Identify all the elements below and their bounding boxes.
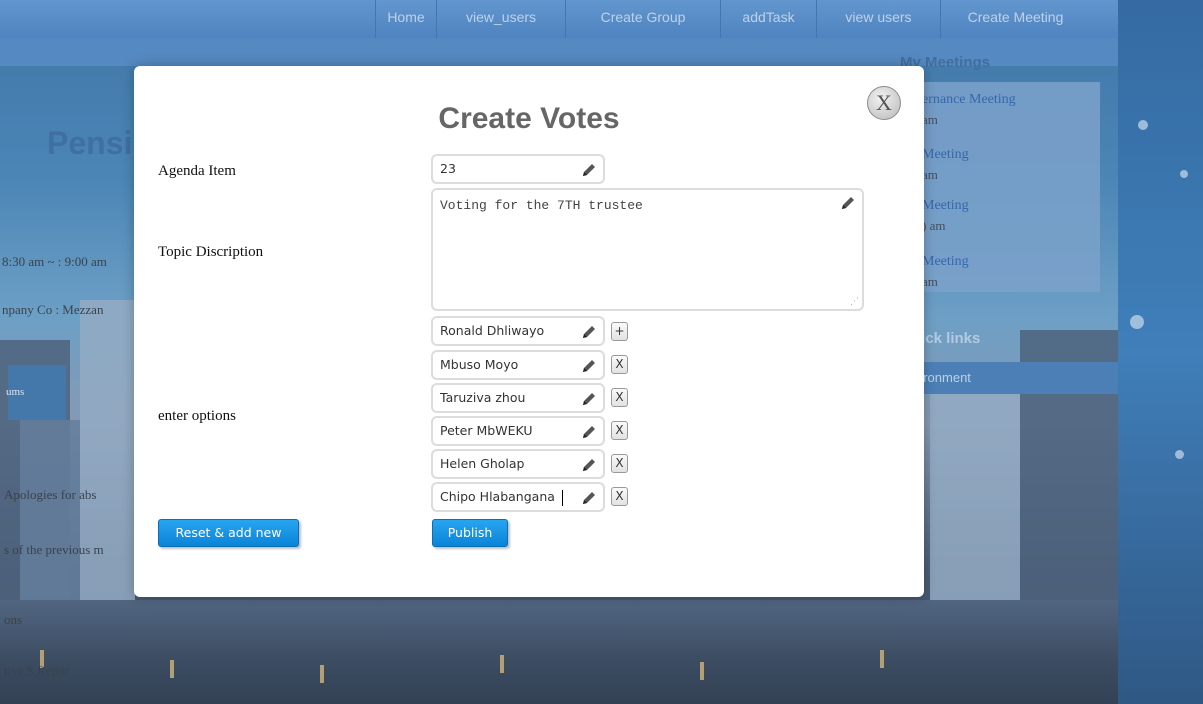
agenda-item-value: 23 (440, 161, 456, 176)
topic-description-textarea[interactable]: Voting for the 7TH trustee ⋰ (431, 188, 864, 311)
option-input-5[interactable]: Helen Gholap (431, 449, 605, 479)
option-value-3: Taruziva zhou (440, 390, 526, 405)
close-button[interactable]: X (867, 86, 901, 120)
agenda-item-input[interactable]: 23 (431, 154, 605, 184)
option-value-2: Mbuso Moyo (440, 357, 519, 372)
option-value-6: Chipo Hlabangana (440, 489, 555, 504)
publish-button[interactable]: Publish (432, 519, 508, 547)
resize-grip-icon[interactable]: ⋰ (850, 297, 859, 307)
remove-option-button-3[interactable]: X (611, 388, 628, 407)
topic-description-value: Voting for the 7TH trustee (440, 198, 643, 213)
pencil-icon (583, 393, 595, 405)
topic-description-label: Topic Discription (158, 244, 264, 260)
agenda-item-label: Agenda Item (158, 163, 236, 179)
pencil-icon (583, 492, 595, 504)
remove-option-button-4[interactable]: X (611, 421, 628, 440)
option-value-4: Peter MbWEKU (440, 423, 533, 438)
pencil-icon (583, 426, 595, 438)
option-input-4[interactable]: Peter MbWEKU (431, 416, 605, 446)
pencil-icon (842, 197, 854, 209)
create-votes-modal: Create Votes X Agenda Item 23 Topic Disc… (134, 66, 924, 597)
enter-options-label: enter options (158, 408, 236, 424)
option-input-3[interactable]: Taruziva zhou (431, 383, 605, 413)
pencil-icon (583, 360, 595, 372)
option-value-5: Helen Gholap (440, 456, 525, 471)
modal-title: Create Votes (438, 102, 620, 135)
add-option-button[interactable]: + (611, 322, 628, 341)
option-input-1[interactable]: Ronald Dhliwayo (431, 316, 605, 346)
remove-option-button-2[interactable]: X (611, 355, 628, 374)
pencil-icon (583, 326, 595, 338)
reset-add-new-button[interactable]: Reset & add new (158, 519, 299, 547)
pencil-icon (583, 164, 595, 176)
remove-option-button-5[interactable]: X (611, 454, 628, 473)
option-value-1: Ronald Dhliwayo (440, 323, 545, 338)
option-input-2[interactable]: Mbuso Moyo (431, 350, 605, 380)
option-input-6[interactable]: Chipo Hlabangana (431, 482, 605, 512)
pencil-icon (583, 459, 595, 471)
remove-option-button-6[interactable]: X (611, 487, 628, 506)
text-caret (562, 490, 563, 506)
